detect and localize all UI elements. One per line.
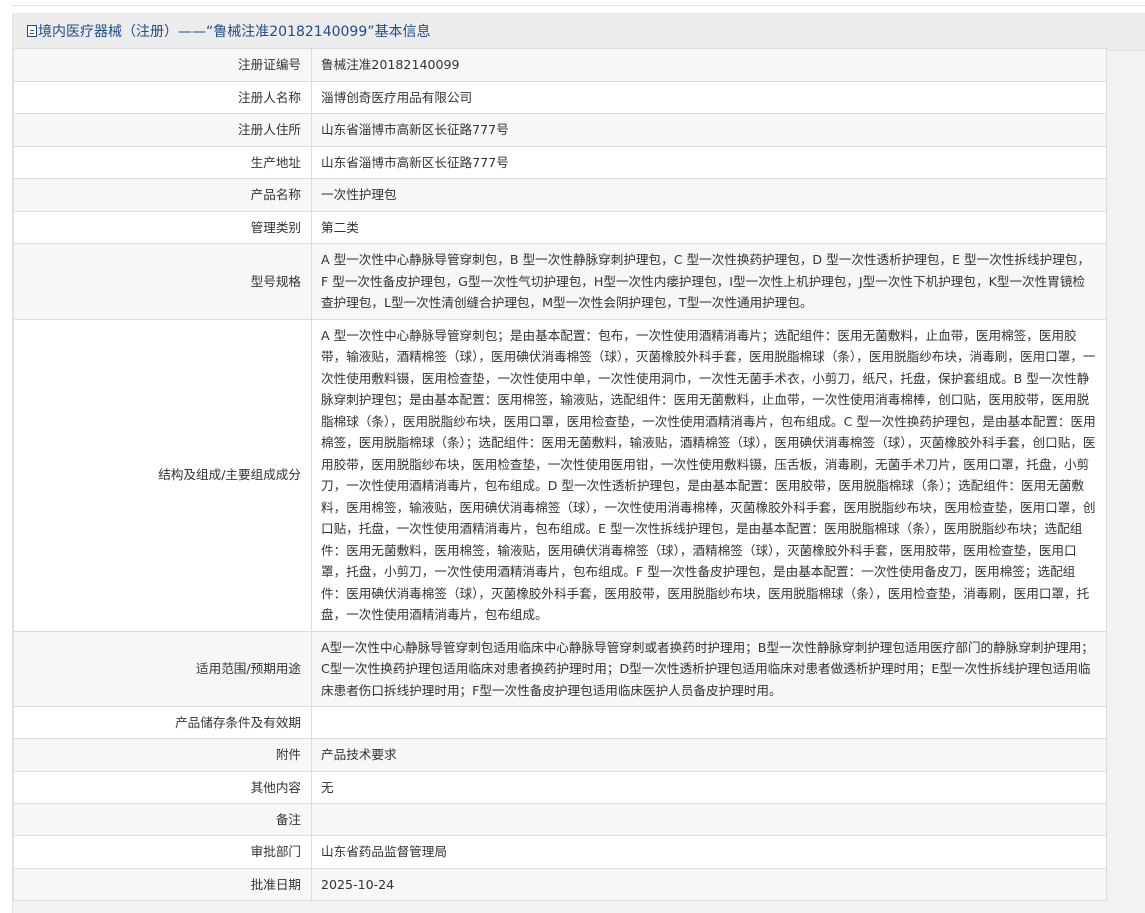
row-label: 型号规格: [13, 243, 312, 320]
row-label: 附件: [13, 738, 312, 772]
table-row-structure-composition: 结构及组成/主要组成成分 A 型一次性中心静脉导管穿刺包；是由基本配置：包布，一次…: [13, 318, 1107, 632]
row-value: 第二类: [311, 210, 1107, 244]
table-row-product-name: 产品名称 一次性护理包: [13, 178, 1107, 212]
table-row-approval-date: 批准日期 2025-10-24: [13, 867, 1107, 901]
row-value: [311, 803, 1107, 836]
row-value: 山东省药品监督管理局: [311, 835, 1107, 869]
page-title: 境内医疗器械（注册）——“鲁械注准20182140099”基本信息: [38, 24, 431, 40]
table-row-storage-conditions: 产品储存条件及有效期: [13, 706, 1107, 739]
table-row-approval-department: 审批部门 山东省药品监督管理局: [13, 835, 1107, 869]
table-row-management-class: 管理类别 第二类: [13, 210, 1107, 244]
detail-content: 注册证编号 鲁械注准20182140099 注册人名称 淄博创奇医疗用品有限公司 注册人…: [13, 48, 1107, 901]
table-row-registration-number: 注册证编号 鲁械注准20182140099: [13, 48, 1107, 82]
row-label: 结构及组成/主要组成成分: [13, 318, 312, 632]
row-label: 批准日期: [13, 867, 312, 901]
row-label: 审批部门: [13, 835, 312, 869]
table-row-model-spec: 型号规格 A 型一次性中心静脉导管穿刺包，B 型一次性静脉穿刺护理包，C 型一次性…: [13, 243, 1107, 320]
row-label: 备注: [13, 803, 312, 836]
row-value: 淄博创奇医疗用品有限公司: [311, 80, 1107, 114]
row-value: A 型一次性中心静脉导管穿刺包；是由基本配置：包布，一次性使用酒精消毒片；选配组…: [311, 318, 1107, 632]
row-value: 2025-10-24: [311, 867, 1107, 901]
row-label: 其他内容: [13, 770, 312, 804]
table-row-production-address: 生产地址 山东省淄博市高新区长征路777号: [13, 145, 1107, 179]
top-divider: [12, 5, 1145, 6]
table-row-registrant-name: 注册人名称 淄博创奇医疗用品有限公司: [13, 80, 1107, 114]
row-value: 山东省淄博市高新区长征路777号: [311, 113, 1107, 147]
panel-header: 境内医疗器械（注册）——“鲁械注准20182140099”基本信息: [13, 13, 1145, 51]
row-label: 管理类别: [13, 210, 312, 244]
row-value: 一次性护理包: [311, 178, 1107, 212]
row-label: 产品储存条件及有效期: [13, 706, 312, 739]
row-label: 注册人住所: [13, 113, 312, 147]
row-label: 生产地址: [13, 145, 312, 179]
row-label: 产品名称: [13, 178, 312, 212]
row-value: 鲁械注准20182140099: [311, 48, 1107, 82]
table-row-scope-intended-use: 适用范围/预期用途 A型一次性中心静脉导管穿刺包适用临床中心静脉导管穿刺或者换药时…: [13, 630, 1107, 707]
row-value: A 型一次性中心静脉导管穿刺包，B 型一次性静脉穿刺护理包，C 型一次性换药护理…: [311, 243, 1107, 320]
row-value: [311, 706, 1107, 739]
row-value: A型一次性中心静脉导管穿刺包适用临床中心静脉导管穿刺或者换药时护理用；B型一次性…: [311, 630, 1107, 707]
row-value: 山东省淄博市高新区长征路777号: [311, 145, 1107, 179]
row-label: 适用范围/预期用途: [13, 630, 312, 707]
table-row-remarks: 备注: [13, 803, 1107, 836]
table-row-registrant-address: 注册人住所 山东省淄博市高新区长征路777号: [13, 113, 1107, 147]
row-value: 产品技术要求: [311, 738, 1107, 772]
row-value: 无: [311, 770, 1107, 804]
row-label: 注册人名称: [13, 80, 312, 114]
row-label: 注册证编号: [13, 48, 312, 82]
table-row-attachments: 附件 产品技术要求: [13, 738, 1107, 772]
document-icon: [27, 25, 37, 37]
info-table: 注册证编号 鲁械注准20182140099 注册人名称 淄博创奇医疗用品有限公司 注册人…: [13, 48, 1107, 901]
table-row-other-content: 其他内容无: [13, 770, 1107, 804]
